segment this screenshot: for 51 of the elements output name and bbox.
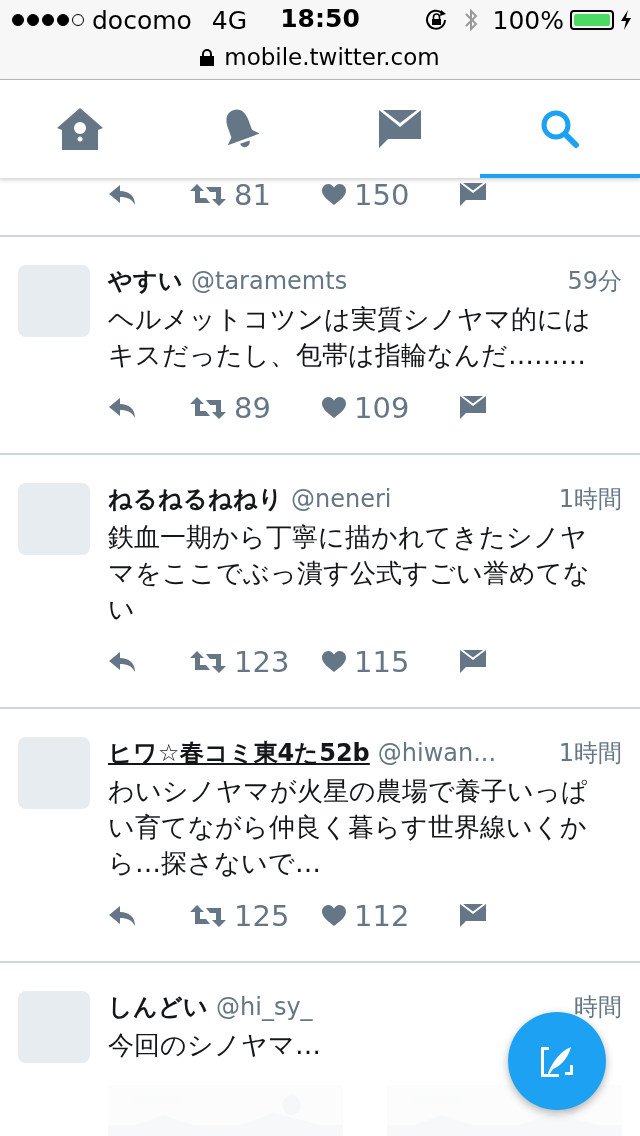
heart-icon[interactable]: [322, 651, 346, 673]
tweet-time: 59分: [567, 266, 622, 297]
user-name[interactable]: ねるねるねねり: [108, 483, 283, 515]
tweet-text: わいシノヤマが火星の農場で養子いっぱい育てながら仲良く暮らす世界線いくから…探さないで…: [108, 775, 589, 880]
reply-icon[interactable]: [108, 905, 138, 927]
rotation-lock-icon: [424, 9, 449, 31]
battery-icon: [570, 10, 614, 30]
retweet-icon[interactable]: [190, 396, 226, 420]
tweet-time: 1時間: [558, 738, 622, 769]
retweet-icon[interactable]: [190, 650, 226, 674]
like-count: 109: [354, 393, 410, 423]
reply-icon[interactable]: [108, 651, 138, 673]
message-icon: [379, 110, 421, 148]
message-icon[interactable]: [460, 396, 486, 420]
reply-icon[interactable]: [108, 397, 138, 419]
clock: 18:50: [280, 4, 360, 33]
retweet-icon[interactable]: [190, 904, 226, 928]
search-icon: [540, 109, 580, 149]
heart-icon[interactable]: [322, 397, 346, 419]
retweet-count: 89: [234, 393, 271, 423]
tweet-text: ヘルメットコツンは実質シノヤマ的にはキスだったし、包帯は指輪なんだ………: [108, 303, 592, 372]
user-name[interactable]: ヒワ☆春コミ東4た52b: [108, 737, 370, 769]
tweet-time: 時間: [574, 992, 622, 1023]
battery-percentage: 100%: [492, 5, 564, 35]
bluetooth-icon: [462, 8, 479, 32]
heart-icon[interactable]: [322, 905, 346, 927]
like-count: 115: [354, 647, 410, 677]
heart-icon[interactable]: [322, 184, 346, 206]
user-handle: @hi_sy_: [216, 993, 313, 1021]
user-handle: @neneri: [291, 485, 392, 513]
birdhouse-icon: [57, 108, 103, 150]
retweet-count: 81: [234, 180, 271, 210]
carrier-name: docomo: [92, 5, 192, 35]
user-handle: @hiwan...: [377, 739, 497, 767]
user-name[interactable]: しんどい: [108, 991, 208, 1023]
message-icon[interactable]: [460, 650, 486, 674]
tweet-text: 今回のシノヤマ…: [108, 1029, 321, 1062]
like-count: 150: [354, 180, 410, 210]
user-handle: @taramemts: [191, 267, 348, 295]
retweet-icon[interactable]: [190, 183, 226, 207]
retweet-count: 125: [234, 901, 290, 931]
tweet-text: 鉄血一期から丁寧に描かれてきたシノヤマをここでぶっ潰す公式すごい誉めてない: [108, 521, 591, 626]
reply-icon[interactable]: [108, 184, 138, 206]
like-count: 112: [354, 901, 410, 931]
url-text[interactable]: mobile.twitter.com: [224, 44, 440, 70]
network-type: 4G: [211, 5, 248, 35]
tweet-time: 1時間: [558, 484, 622, 515]
message-icon[interactable]: [460, 183, 486, 207]
message-icon[interactable]: [460, 904, 486, 928]
retweet-count: 123: [234, 647, 290, 677]
user-name[interactable]: やすい: [108, 265, 183, 297]
